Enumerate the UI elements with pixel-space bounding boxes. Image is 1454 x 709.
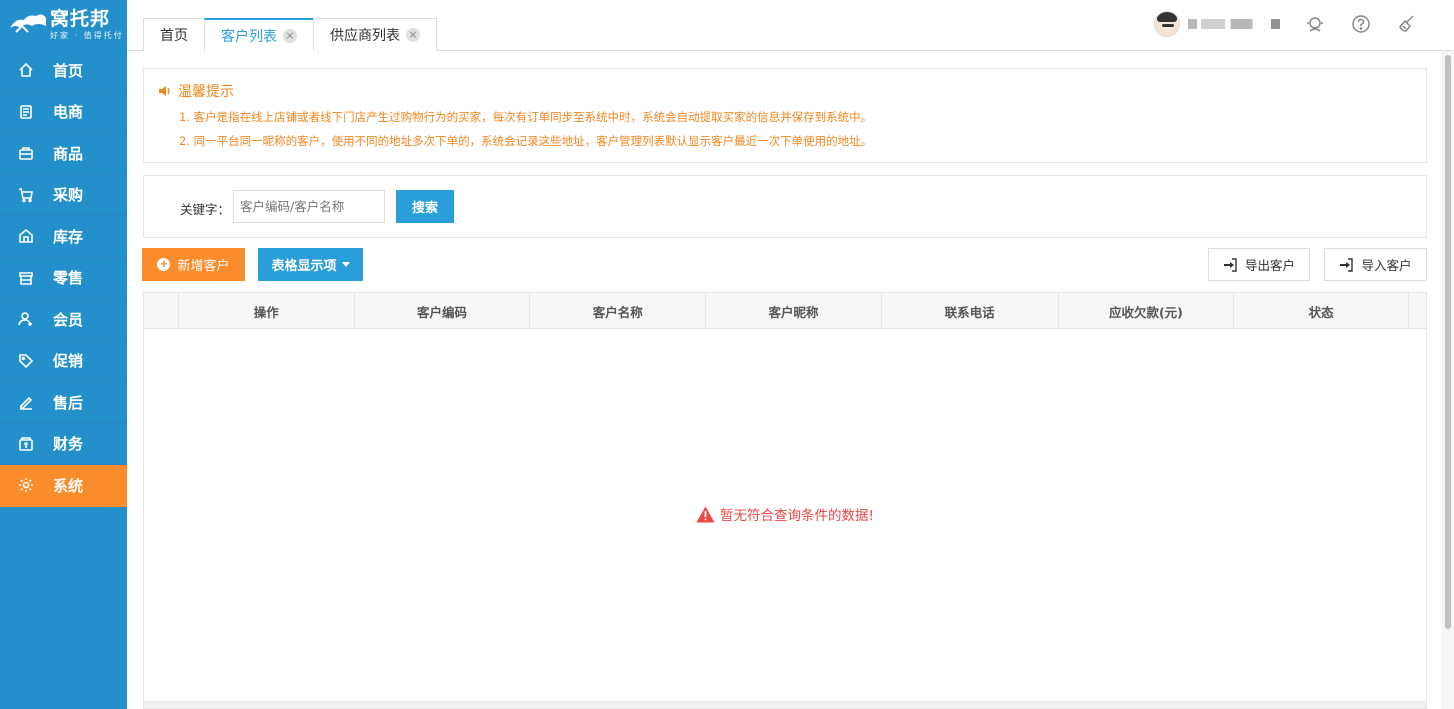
broom-icon[interactable]: [1396, 13, 1418, 35]
column-header-name[interactable]: 客户名称: [530, 293, 707, 329]
tab-bar: 首页 客户列表 × 供应商列表 ×: [143, 18, 437, 51]
sign-in-icon: [1223, 257, 1237, 272]
speaker-icon: [159, 86, 170, 96]
notice-title-text: 温馨提示: [178, 84, 234, 100]
notice-title: 温馨提示: [158, 81, 234, 101]
logo-icon: [8, 12, 48, 38]
export-customer-label: 导出客户: [1244, 259, 1295, 273]
sidebar-item-label: 售后: [53, 393, 84, 412]
sidebar-item-label: 电商: [53, 103, 84, 122]
sidebar-item-member[interactable]: 会员: [0, 299, 127, 341]
sidebar-item-system[interactable]: 系统: [0, 465, 127, 507]
support-icon[interactable]: [1304, 13, 1326, 35]
select-column-header[interactable]: [144, 293, 179, 329]
column-header-code[interactable]: 客户编码: [355, 293, 531, 329]
column-header-receivable[interactable]: 应收欠款(元): [1059, 293, 1235, 329]
notice-panel: 温馨提示 1. 客户是指在线上店铺或者线下门店产生过购物行为的买家，每次有订单同…: [143, 68, 1427, 163]
import-customer-label: 导入客户: [1361, 259, 1412, 273]
add-customer-button[interactable]: + 新增客户: [142, 248, 245, 281]
keyword-label: 关键字：: [180, 202, 231, 217]
empty-state: 暂无符合查询条件的数据!: [144, 504, 1426, 524]
user-area: [1154, 11, 1418, 37]
close-icon[interactable]: ×: [406, 28, 420, 42]
cart-icon: [17, 186, 35, 204]
sidebar-item-label: 会员: [53, 310, 84, 329]
column-header-nickname[interactable]: 客户昵称: [706, 293, 882, 329]
export-customer-button[interactable]: 导出客户: [1208, 248, 1310, 281]
header-spacer: [1409, 293, 1426, 329]
caret-down-icon: [341, 262, 350, 267]
notice-line-1: 1. 客户是指在线上店铺或者线下门店产生过购物行为的买家，每次有订单同步至系统中…: [179, 110, 873, 124]
table-header: 操作 客户编码 客户名称 客户昵称 联系电话 应收欠款(元) 状态: [144, 293, 1426, 329]
sidebar-item-purchase[interactable]: 采购: [0, 175, 127, 216]
brand-tagline: 好家 · 值得托付: [50, 31, 124, 40]
sidebar-item-label: 系统: [53, 476, 84, 495]
search-panel: 关键字： 搜索: [143, 175, 1427, 238]
column-header-action: 操作: [179, 293, 355, 329]
tab-label: 首页: [160, 28, 188, 44]
home-icon: [17, 61, 35, 79]
pen-icon: [17, 393, 35, 411]
sidebar-item-label: 库存: [53, 227, 84, 246]
sign-in-icon: [1340, 257, 1354, 272]
sidebar-item-ecommerce[interactable]: 电商: [0, 92, 127, 133]
tab-label: 供应商列表: [330, 28, 400, 44]
member-icon: [17, 310, 35, 328]
warning-icon: [696, 506, 715, 522]
retail-icon: [17, 269, 35, 287]
sidebar-item-promotion[interactable]: 促销: [0, 341, 127, 382]
sidebar-item-label: 零售: [53, 269, 84, 288]
tab-supplier-list[interactable]: 供应商列表 ×: [313, 18, 437, 51]
tab-home[interactable]: 首页: [143, 18, 205, 51]
table-columns-label: 表格显示项: [271, 258, 337, 273]
sidebar-item-label: 财务: [53, 435, 84, 454]
customer-table: 操作 客户编码 客户名称 客户昵称 联系电话 应收欠款(元) 状态 暂无符合查询…: [143, 292, 1427, 709]
notice-line-2: 2. 同一平台同一昵称的客户，使用不同的地址多次下单的，系统会记录这些地址，客户…: [179, 134, 873, 148]
avatar[interactable]: [1154, 11, 1180, 37]
search-input[interactable]: [233, 190, 385, 223]
search-button[interactable]: 搜索: [396, 190, 454, 223]
vertical-scrollbar[interactable]: [1442, 51, 1454, 709]
warehouse-icon: [17, 227, 35, 245]
top-bar: 首页 客户列表 × 供应商列表 ×: [127, 0, 1454, 51]
sidebar-item-label: 采购: [53, 186, 84, 205]
close-icon[interactable]: ×: [283, 28, 297, 43]
sidebar-item-inventory[interactable]: 库存: [0, 216, 127, 258]
username-blurred[interactable]: [1188, 19, 1280, 29]
add-customer-label: 新增客户: [177, 258, 230, 273]
empty-state-text: 暂无符合查询条件的数据!: [720, 508, 874, 524]
goods-icon: [17, 144, 35, 162]
scrollbar-thumb[interactable]: [1445, 55, 1451, 629]
column-header-phone[interactable]: 联系电话: [882, 293, 1059, 329]
tab-customer-list[interactable]: 客户列表 ×: [204, 18, 314, 51]
tab-label: 客户列表: [221, 28, 277, 45]
gear-icon: [17, 476, 35, 494]
import-customer-button[interactable]: 导入客户: [1324, 248, 1427, 281]
table-columns-dropdown[interactable]: 表格显示项: [258, 248, 363, 281]
sidebar-item-label: 首页: [53, 61, 84, 80]
finance-icon: [17, 435, 35, 453]
plus-circle-icon: +: [157, 258, 171, 271]
sidebar-item-goods[interactable]: 商品: [0, 133, 127, 175]
sidebar-nav: 首页 电商 商品 采购 库存 零售 会员 促销 售后 财务 系统: [0, 50, 127, 507]
sidebar-item-retail[interactable]: 零售: [0, 258, 127, 299]
logo[interactable]: 窝托邦 好家 · 值得托付: [0, 0, 127, 50]
horizontal-scrollbar[interactable]: [144, 701, 1426, 708]
sidebar-item-label: 商品: [53, 144, 84, 163]
sidebar-item-finance[interactable]: 财务: [0, 424, 127, 465]
ecommerce-icon: [17, 103, 35, 121]
tag-icon: [17, 352, 35, 370]
sidebar-item-home[interactable]: 首页: [0, 50, 127, 92]
sidebar-item-aftersale[interactable]: 售后: [0, 382, 127, 424]
column-header-status[interactable]: 状态: [1234, 293, 1409, 329]
sidebar-item-label: 促销: [53, 352, 84, 371]
help-icon[interactable]: [1350, 13, 1372, 35]
brand-name: 窝托邦: [50, 8, 111, 30]
sidebar: 窝托邦 好家 · 值得托付 首页 电商 商品 采购 库存 零售 会员 促销 售后…: [0, 0, 127, 709]
